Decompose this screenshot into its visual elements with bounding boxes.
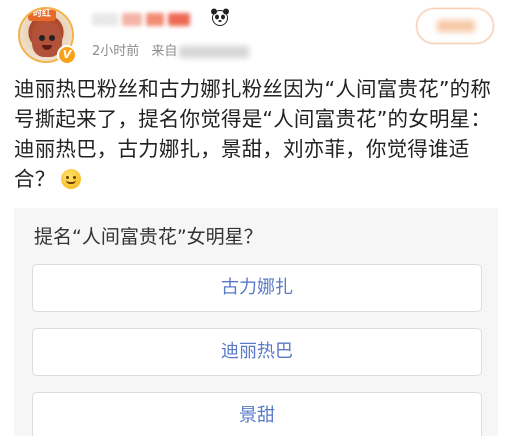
post-source-blurred: [179, 45, 250, 58]
poll-option[interactable]: 古力娜扎: [32, 264, 482, 312]
poll-question: 提名“人间富贵花”女明星？: [34, 226, 263, 248]
poll-option[interactable]: 迪丽热巴: [32, 328, 482, 376]
post-text-content: 迪丽热巴粉丝和古力娜扎粉丝因为“人间富贵花”的称号撕起来了，提名你觉得是“人间富…: [14, 77, 492, 191]
post-source-prefix: 来自: [151, 44, 178, 59]
follow-button[interactable]: [416, 8, 494, 44]
post-time: 2小时前: [92, 44, 140, 59]
verified-badge-icon: V: [57, 45, 77, 65]
weibo-post-screen: 时红 V 2小时前 来自 迪丽热巴粉丝和古力娜扎粉丝因为“人间富贵花”的称号撕起…: [0, 0, 512, 436]
username-blurred[interactable]: [92, 9, 204, 29]
avatar-tag: 时红: [28, 9, 57, 21]
post-text: 迪丽热巴粉丝和古力娜扎粉丝因为“人间富贵花”的称号撕起来了，提名你觉得是“人间富…: [14, 74, 498, 194]
post-meta: 2小时前 来自: [92, 40, 250, 59]
smile-emoji-icon: [61, 169, 82, 189]
poll-option[interactable]: 景甜: [32, 392, 482, 436]
panda-icon: [211, 8, 229, 26]
avatar[interactable]: 时红 V: [18, 7, 77, 65]
poll-card: 提名“人间富贵花”女明星？ 古力娜扎 迪丽热巴 景甜: [14, 208, 498, 436]
